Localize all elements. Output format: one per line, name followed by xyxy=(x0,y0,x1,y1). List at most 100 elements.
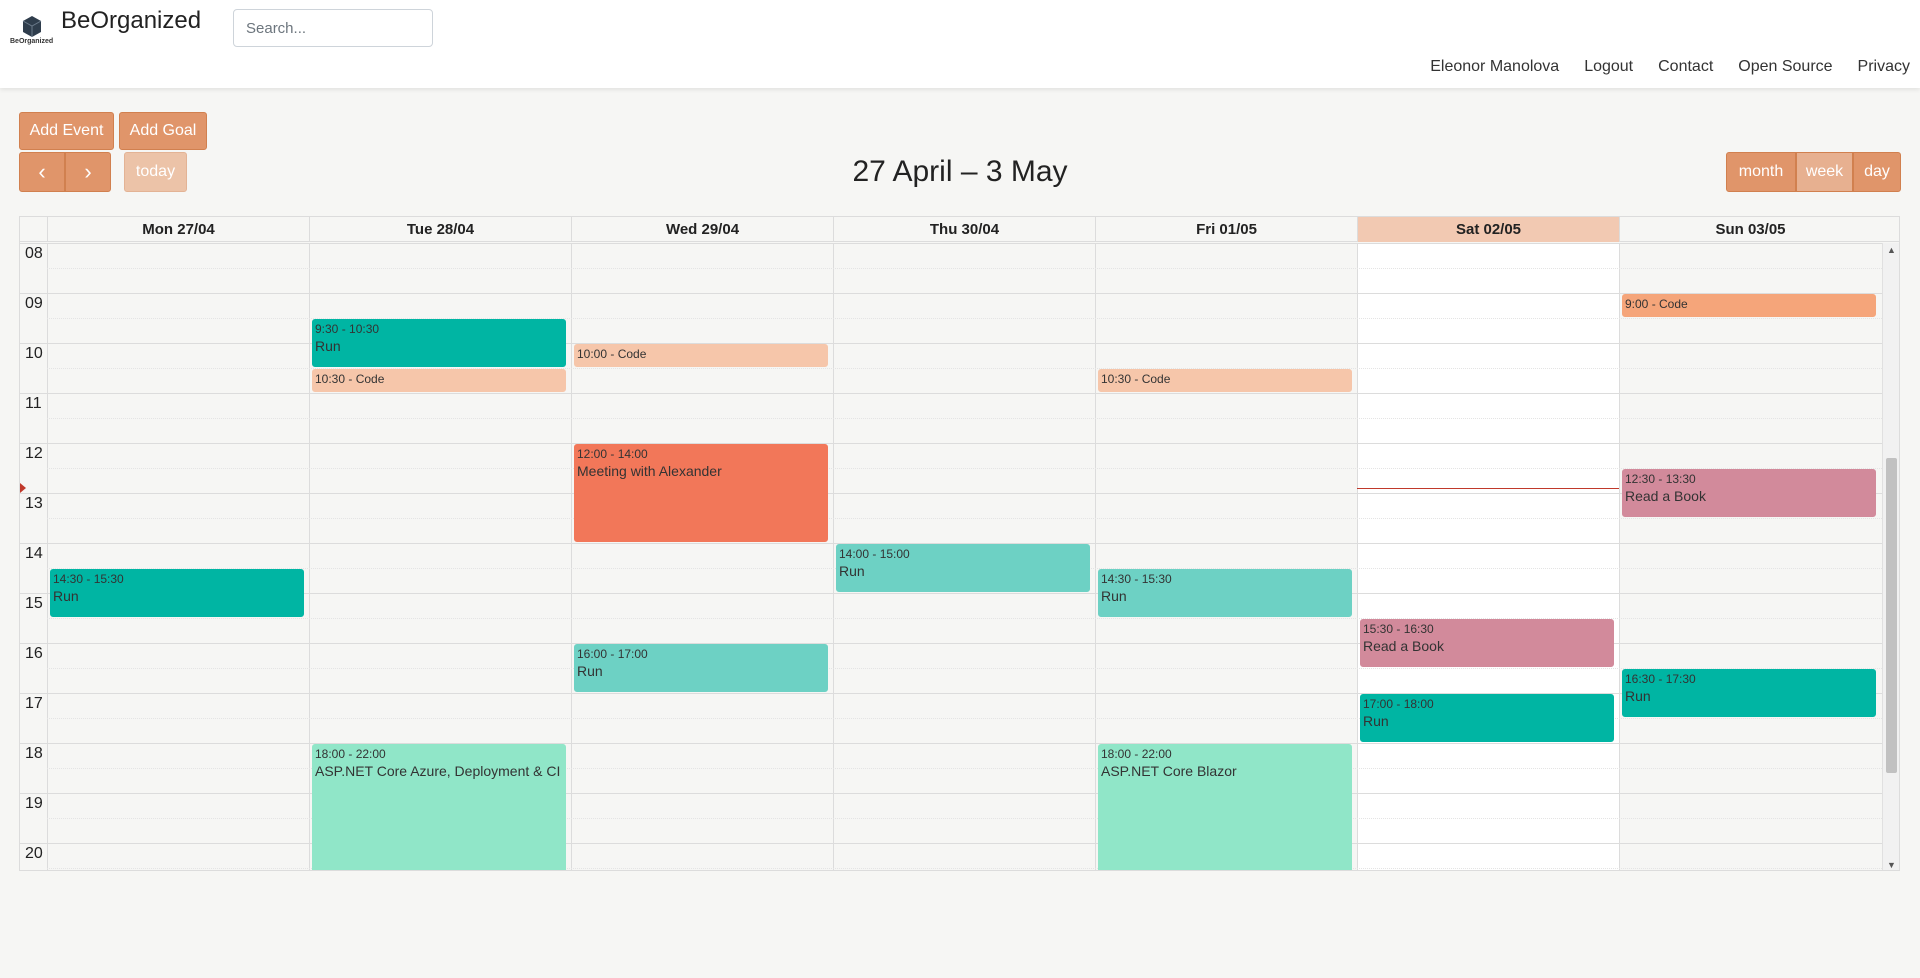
view-month-button[interactable]: month xyxy=(1726,152,1796,192)
event-time: 18:00 - 22:00 xyxy=(315,747,386,761)
event-title: ASP.NET Core Blazor xyxy=(1101,763,1237,779)
event-time: 14:30 - 15:30 xyxy=(53,572,124,586)
hour-label: 08 xyxy=(25,245,43,262)
calendar-event[interactable]: 9:30 - 10:30 Run xyxy=(312,319,566,367)
event-title: Run xyxy=(53,588,79,604)
half-hour-line xyxy=(47,518,1882,519)
day-header: Sun 03/05 xyxy=(1619,217,1881,242)
calendar-event[interactable]: 12:30 - 13:30 Read a Book xyxy=(1622,469,1876,517)
calendar-event[interactable]: 17:00 - 18:00 Run xyxy=(1360,694,1614,742)
hour-label: 10 xyxy=(25,345,43,362)
hour-line xyxy=(20,293,1882,294)
day-column[interactable] xyxy=(571,243,833,870)
calendar-event[interactable]: 14:30 - 15:30 Run xyxy=(1098,569,1352,617)
hour-label: 13 xyxy=(25,495,43,512)
hour-label: 09 xyxy=(25,295,43,312)
hour-label: 20 xyxy=(25,845,43,862)
hour-label: 14 xyxy=(25,545,43,562)
day-header-row: Mon 27/04 Tue 28/04 Wed 29/04 Thu 30/04 Fri … xyxy=(20,217,1899,242)
event-title: Run xyxy=(577,663,603,679)
half-hour-line xyxy=(47,268,1882,269)
calendar-event[interactable]: 12:00 - 14:00 Meeting with Alexander xyxy=(574,444,828,542)
event-time: 9:30 - 10:30 xyxy=(315,322,380,336)
scroll-up-arrow-icon[interactable]: ▲ xyxy=(1883,243,1899,257)
event-title: Read a Book xyxy=(1363,638,1444,654)
day-header: Fri 01/05 xyxy=(1095,217,1357,242)
view-day-button[interactable]: day xyxy=(1853,152,1901,192)
date-range-title: 27 April – 3 May xyxy=(852,155,1068,188)
nav-privacy[interactable]: Privacy xyxy=(1858,58,1910,76)
half-hour-line xyxy=(47,668,1882,669)
event-time: 14:00 - 15:00 xyxy=(839,547,910,561)
view-week-button[interactable]: week xyxy=(1796,152,1853,192)
day-column[interactable] xyxy=(1619,243,1881,870)
hour-label: 12 xyxy=(25,445,43,462)
calendar-event[interactable]: 16:00 - 17:00 Run xyxy=(574,644,828,692)
event-time: 10:00 - Code xyxy=(577,347,647,361)
hour-label: 19 xyxy=(25,795,43,812)
calendar-event[interactable]: 9:00 - Code xyxy=(1622,294,1876,317)
event-time: 18:00 - 22:00 xyxy=(1101,747,1172,761)
time-gutter-header xyxy=(20,217,47,242)
event-time: 12:00 - 14:00 xyxy=(577,447,648,461)
event-title: Run xyxy=(1101,588,1127,604)
calendar-event[interactable]: 15:30 - 16:30 Read a Book xyxy=(1360,619,1614,667)
event-time: 14:30 - 15:30 xyxy=(1101,572,1172,586)
logo-caption: BeOrganized xyxy=(10,38,54,45)
brand-name[interactable]: BeOrganized xyxy=(61,7,201,35)
hour-label: 17 xyxy=(25,695,43,712)
event-title: Run xyxy=(315,338,341,354)
search-input[interactable] xyxy=(233,9,433,47)
navbar: BeOrganized BeOrganized Eleonor Manolova… xyxy=(0,0,1920,88)
calendar-event[interactable]: 14:30 - 15:30 Run xyxy=(50,569,304,617)
event-title: Read a Book xyxy=(1625,488,1706,504)
hour-line xyxy=(20,493,1882,494)
event-time: 10:30 - Code xyxy=(315,372,385,386)
now-indicator-line xyxy=(1357,488,1619,489)
event-time: 17:00 - 18:00 xyxy=(1363,697,1434,711)
calendar-event[interactable]: 16:30 - 17:30 Run xyxy=(1622,669,1876,717)
hour-line xyxy=(20,443,1882,444)
half-hour-line xyxy=(47,418,1882,419)
half-hour-line xyxy=(47,468,1882,469)
day-header: Thu 30/04 xyxy=(833,217,1095,242)
hour-line xyxy=(20,343,1882,344)
time-grid[interactable]: 08 09 10 11 12 13 14 15 16 17 18 19 20 9:30 - 10:30 Ru… xyxy=(20,243,1882,870)
day-column[interactable] xyxy=(1357,243,1619,870)
scroll-down-arrow-icon[interactable]: ▼ xyxy=(1883,858,1899,870)
nav-contact[interactable]: Contact xyxy=(1658,58,1713,76)
hour-line xyxy=(20,243,1882,244)
event-time: 15:30 - 16:30 xyxy=(1363,622,1434,636)
calendar-event[interactable]: 18:00 - 22:00 ASP.NET Core Azure, Deploym… xyxy=(312,744,566,870)
day-header: Tue 28/04 xyxy=(309,217,571,242)
week-calendar: Mon 27/04 Tue 28/04 Wed 29/04 Thu 30/04 Fri … xyxy=(19,216,1900,871)
calendar-event[interactable]: 10:30 - Code xyxy=(312,369,566,392)
day-column[interactable] xyxy=(47,243,309,870)
event-title: Run xyxy=(1625,688,1651,704)
add-goal-button[interactable]: Add Goal xyxy=(119,112,207,150)
hour-line xyxy=(20,743,1882,744)
scroll-thumb[interactable] xyxy=(1886,458,1897,773)
hour-label: 15 xyxy=(25,595,43,612)
day-header: Wed 29/04 xyxy=(571,217,833,242)
hour-label: 16 xyxy=(25,645,43,662)
calendar-event[interactable]: 18:00 - 22:00 ASP.NET Core Blazor xyxy=(1098,744,1352,870)
calendar-event[interactable]: 10:00 - Code xyxy=(574,344,828,367)
event-time: 16:30 - 17:30 xyxy=(1625,672,1696,686)
event-title: Run xyxy=(839,563,865,579)
nav-open-source[interactable]: Open Source xyxy=(1738,58,1832,76)
nav-logout[interactable]: Logout xyxy=(1584,58,1633,76)
calendar-event[interactable]: 10:30 - Code xyxy=(1098,369,1352,392)
event-title: Meeting with Alexander xyxy=(577,463,722,479)
hour-line xyxy=(20,393,1882,394)
add-event-button[interactable]: Add Event xyxy=(19,112,114,150)
event-time: 16:00 - 17:00 xyxy=(577,647,648,661)
calendar-event[interactable]: 14:00 - 15:00 Run xyxy=(836,544,1090,592)
event-title: Run xyxy=(1363,713,1389,729)
hour-label: 18 xyxy=(25,745,43,762)
calendar-scrollbar[interactable]: ▲ ▼ xyxy=(1882,243,1899,870)
hour-label: 11 xyxy=(25,395,42,412)
hour-line xyxy=(20,843,1882,844)
nav-user[interactable]: Eleonor Manolova xyxy=(1430,58,1559,76)
day-header: Mon 27/04 xyxy=(47,217,309,242)
